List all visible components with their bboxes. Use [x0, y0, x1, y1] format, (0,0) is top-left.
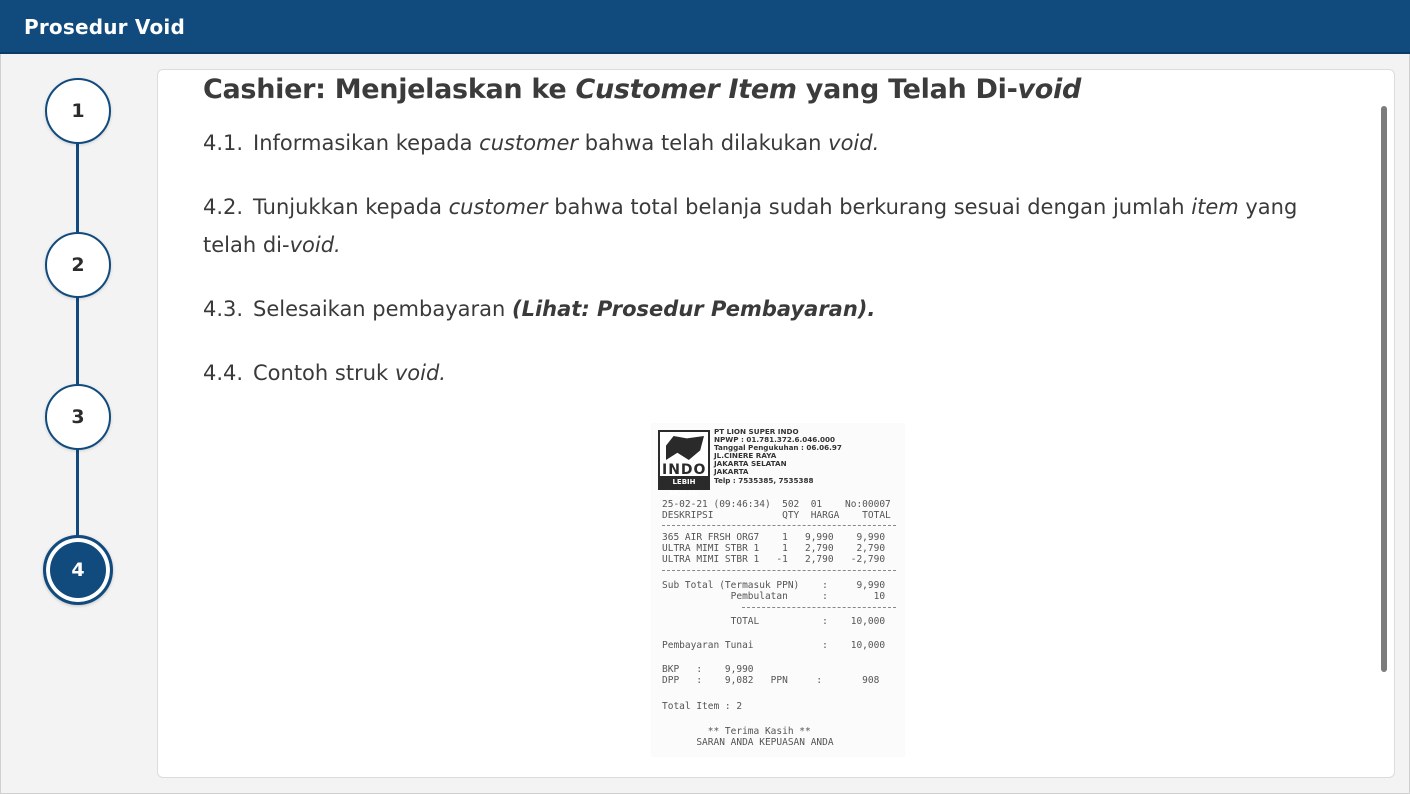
receipt-rounding: Pembulatan : 10 — [662, 591, 886, 602]
receipt-item-row: ULTRA MIMI STBR 1 1 2,790 2,790 — [662, 543, 886, 554]
instruction-4-4: 4.4. Contoh struk void. — [203, 361, 446, 385]
step-2-button[interactable]: 2 — [45, 232, 111, 298]
step-3-button[interactable]: 3 — [45, 384, 111, 450]
vertical-scrollbar[interactable] — [1381, 106, 1387, 672]
receipt-divider — [742, 607, 896, 608]
step-navigator: 1 2 3 4 — [1, 54, 151, 794]
title-bar: Prosedur Void — [0, 0, 1410, 54]
receipt-subtotal: Sub Total (Termasuk PPN) : 9,990 — [662, 580, 886, 591]
lion-icon — [666, 436, 704, 460]
instruction-4-2: 4.2. Tunjukkan kepada customer bahwa tota… — [203, 195, 1298, 257]
receipt-footer: SARAN ANDA KEPUASAN ANDA — [662, 737, 834, 748]
receipt-dpp: DPP : 9,082 PPN : 908 — [662, 675, 880, 686]
window-title: Prosedur Void — [24, 15, 186, 39]
step-1-button[interactable]: 1 — [45, 78, 111, 144]
receipt-item-row: ULTRA MIMI STBR 1 -1 2,790 -2,790 — [662, 554, 886, 565]
receipt-bkp: BKP : 9,990 — [662, 664, 754, 675]
void-receipt-image: INDO LEBIH MURAH PT LION SUPER INDO NPWP… — [652, 424, 904, 756]
receipt-total-item: Total Item : 2 — [662, 701, 743, 712]
receipt-column-header: DESKRIPSI QTY HARGA TOTAL — [662, 510, 891, 521]
receipt-store-header: PT LION SUPER INDO NPWP : 01.781.372.6.0… — [714, 427, 842, 485]
step-connector-line — [76, 140, 79, 572]
section-heading: Cashier: Menjelaskan ke Customer Item ya… — [203, 74, 1082, 105]
receipt-divider — [662, 525, 896, 526]
super-indo-logo: INDO LEBIH MURAH — [658, 430, 710, 498]
step-4-button-active[interactable]: 4 — [43, 535, 113, 605]
main-stage: 1 2 3 4 Cashier: Menjelaskan ke Customer… — [0, 54, 1410, 794]
receipt-thanks: ** Terima Kasih ** — [662, 726, 811, 737]
receipt-cash-payment: Pembayaran Tunai : 10,000 — [662, 640, 886, 651]
receipt-total: TOTAL : 10,000 — [662, 616, 886, 627]
receipt-divider — [662, 570, 896, 571]
instruction-4-3: 4.3. Selesaikan pembayaran (Lihat: Prosed… — [203, 297, 876, 321]
content-card: Cashier: Menjelaskan ke Customer Item ya… — [157, 69, 1395, 778]
payment-procedure-reference: (Lihat: Prosedur Pembayaran). — [511, 297, 876, 321]
receipt-item-row: 365 AIR FRSH ORG7 1 9,990 9,990 — [662, 532, 886, 543]
instruction-4-1: 4.1. Informasikan kepada customer bahwa t… — [203, 131, 880, 155]
receipt-date-line: 25-02-21 (09:46:34) 502 01 No:00007 — [662, 499, 891, 510]
